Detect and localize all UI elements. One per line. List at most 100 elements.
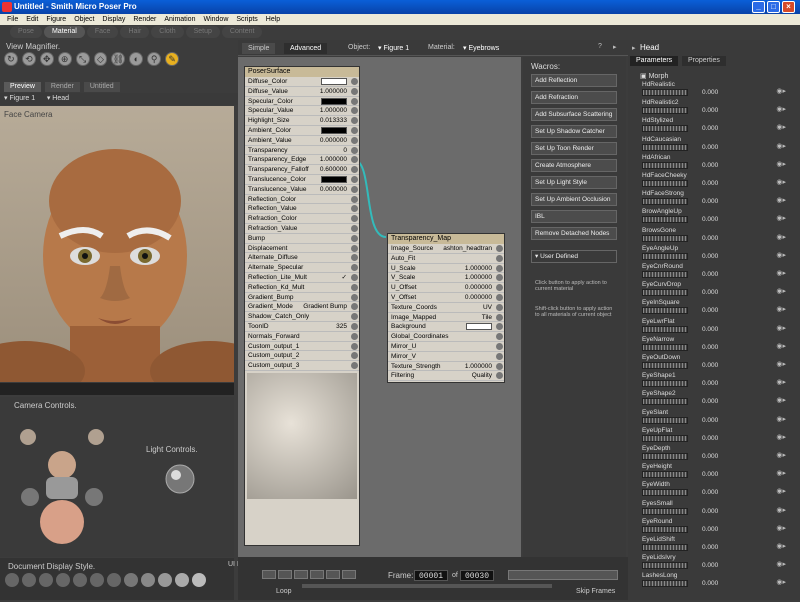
morph-options-icon[interactable]: ◉▸ bbox=[776, 524, 786, 532]
morph-value[interactable]: 0.000 bbox=[702, 289, 718, 296]
morph-dial[interactable] bbox=[642, 107, 688, 115]
morph-dial[interactable] bbox=[642, 453, 688, 460]
minimize-button[interactable]: _ bbox=[752, 1, 765, 13]
morph-value[interactable]: 0.000 bbox=[702, 580, 718, 587]
keyframe-controls[interactable] bbox=[508, 570, 618, 580]
morph-options-icon[interactable]: ◉▸ bbox=[776, 142, 786, 150]
color-swatch[interactable] bbox=[321, 175, 347, 183]
node-row-value[interactable]: 0.000000 bbox=[320, 136, 347, 145]
shader-node-canvas[interactable]: PoserSurface Diffuse_Color Diffuse_Value 1… bbox=[238, 57, 521, 557]
node-row[interactable]: Translucence_Color bbox=[245, 175, 359, 185]
play-prev-button[interactable] bbox=[278, 570, 292, 579]
morph-value[interactable]: 0.000 bbox=[702, 344, 718, 351]
morph-group-label[interactable]: ▣ Morph bbox=[640, 72, 668, 80]
morph-dial[interactable] bbox=[642, 562, 688, 570]
node-row[interactable]: Diffuse_Color bbox=[245, 77, 359, 87]
input-plug-icon[interactable] bbox=[351, 156, 358, 164]
morph-value[interactable]: 0.000 bbox=[702, 162, 718, 169]
input-plug-icon[interactable] bbox=[351, 78, 358, 85]
morph-options-icon[interactable]: ◉▸ bbox=[776, 360, 786, 368]
morph-value[interactable]: 0.000 bbox=[702, 180, 718, 187]
input-plug-icon[interactable] bbox=[351, 126, 358, 134]
node-row[interactable]: Gradient_Mode Gradient Bump bbox=[245, 302, 359, 313]
node-row[interactable]: Highlight_Size 0.013333 bbox=[245, 116, 359, 126]
node-row[interactable]: Normals_Forward bbox=[245, 332, 359, 342]
morph-options-icon[interactable]: ◉▸ bbox=[776, 178, 786, 186]
input-plug-icon[interactable] bbox=[496, 274, 503, 282]
node-row[interactable]: Custom_output_3 bbox=[245, 361, 359, 371]
morph-value[interactable]: 0.000 bbox=[702, 198, 718, 205]
morph-options-icon[interactable]: ◉▸ bbox=[776, 105, 786, 113]
input-plug-icon[interactable] bbox=[351, 166, 358, 174]
input-plug-icon[interactable] bbox=[351, 332, 358, 340]
input-plug-icon[interactable] bbox=[351, 244, 358, 252]
help-icon[interactable]: ? bbox=[598, 43, 602, 50]
morph-dial[interactable] bbox=[642, 416, 688, 424]
morph-options-icon[interactable]: ◉▸ bbox=[776, 560, 786, 568]
morph-value[interactable]: 0.000 bbox=[702, 508, 718, 515]
node-row-value[interactable]: ✓ bbox=[342, 273, 347, 282]
node-row[interactable]: Global_Coordinates bbox=[388, 332, 504, 342]
morph-dial[interactable] bbox=[642, 343, 688, 351]
timeline-slider[interactable] bbox=[302, 584, 552, 588]
node-row-value[interactable]: 1.000000 bbox=[465, 362, 492, 371]
morph-value[interactable]: 0.000 bbox=[702, 398, 718, 405]
node-row-value[interactable]: Tile bbox=[482, 313, 492, 322]
node-row[interactable]: Specular_Value 1.000000 bbox=[245, 106, 359, 117]
morph-dial[interactable] bbox=[642, 252, 688, 260]
tab-simple[interactable]: Simple bbox=[242, 43, 276, 54]
magnifier-tool-icon[interactable]: ⚲ bbox=[147, 52, 162, 66]
morph-value[interactable]: 0.000 bbox=[702, 544, 718, 551]
morph-value[interactable]: 0.000 bbox=[702, 453, 718, 460]
node-row[interactable]: Refraction_Value bbox=[245, 224, 359, 234]
node-row[interactable]: Auto_Fit bbox=[388, 254, 504, 264]
object-select[interactable]: ▾ Figure 1 bbox=[378, 44, 409, 52]
morph-options-icon[interactable]: ◉▸ bbox=[776, 378, 786, 386]
morph-dial[interactable] bbox=[642, 161, 688, 169]
morph-options-icon[interactable]: ◉▸ bbox=[776, 251, 786, 259]
tab-render[interactable]: Render bbox=[44, 82, 80, 92]
morph-dial[interactable] bbox=[642, 580, 688, 588]
input-plug-icon[interactable] bbox=[496, 254, 503, 262]
morph-options-icon[interactable]: ◉▸ bbox=[776, 415, 786, 423]
morph-options-icon[interactable]: ◉▸ bbox=[776, 160, 786, 168]
input-plug-icon[interactable] bbox=[496, 245, 503, 252]
menu-display[interactable]: Display bbox=[98, 14, 129, 25]
node-row[interactable]: Alternate_Specular bbox=[245, 263, 359, 273]
morph-dial[interactable] bbox=[642, 125, 688, 133]
node-row[interactable]: Mirror_V bbox=[388, 352, 504, 362]
node-row[interactable]: Refraction_Color bbox=[245, 214, 359, 224]
rotate-tool-icon[interactable]: ↻ bbox=[4, 52, 18, 66]
morph-value[interactable]: 0.000 bbox=[702, 362, 718, 369]
room-tab-material[interactable]: Material bbox=[43, 26, 85, 38]
morph-options-icon[interactable]: ◉▸ bbox=[776, 542, 786, 550]
input-plug-icon[interactable] bbox=[351, 273, 358, 281]
input-plug-icon[interactable] bbox=[351, 97, 358, 105]
morph-options-icon[interactable]: ◉▸ bbox=[776, 287, 786, 295]
node-row[interactable]: U_Scale 1.000000 bbox=[388, 264, 504, 274]
morph-dial[interactable] bbox=[642, 271, 688, 278]
node-row[interactable]: Alternate_Diffuse bbox=[245, 253, 359, 264]
input-plug-icon[interactable] bbox=[351, 224, 358, 232]
morph-dial[interactable] bbox=[642, 544, 688, 551]
morph-value[interactable]: 0.000 bbox=[702, 562, 718, 569]
node-row[interactable]: Filtering Quality bbox=[388, 371, 504, 382]
morph-dial[interactable] bbox=[642, 325, 688, 333]
collapse-icon[interactable]: ▸ bbox=[632, 44, 636, 52]
wacro-button[interactable]: Add Reflection bbox=[531, 74, 617, 87]
morph-dial[interactable] bbox=[642, 471, 688, 479]
node-row[interactable]: Transparency_Falloff 0.600000 bbox=[245, 165, 359, 175]
input-plug-icon[interactable] bbox=[496, 264, 503, 272]
node-row[interactable]: Ambient_Value 0.000000 bbox=[245, 136, 359, 146]
node-row[interactable]: Custom_output_2 bbox=[245, 351, 359, 362]
stop-button[interactable] bbox=[310, 570, 324, 579]
morph-value[interactable]: 0.000 bbox=[702, 216, 718, 223]
morph-value[interactable]: 0.000 bbox=[702, 326, 718, 333]
morph-options-icon[interactable]: ◉▸ bbox=[776, 396, 786, 404]
input-plug-icon[interactable] bbox=[351, 303, 358, 311]
node-row[interactable]: Mirror_U bbox=[388, 342, 504, 352]
input-plug-icon[interactable] bbox=[351, 264, 358, 272]
tab-untitled[interactable]: Untitled bbox=[83, 82, 120, 92]
input-plug-icon[interactable] bbox=[351, 175, 358, 183]
play-first-frame-button[interactable] bbox=[262, 570, 276, 579]
